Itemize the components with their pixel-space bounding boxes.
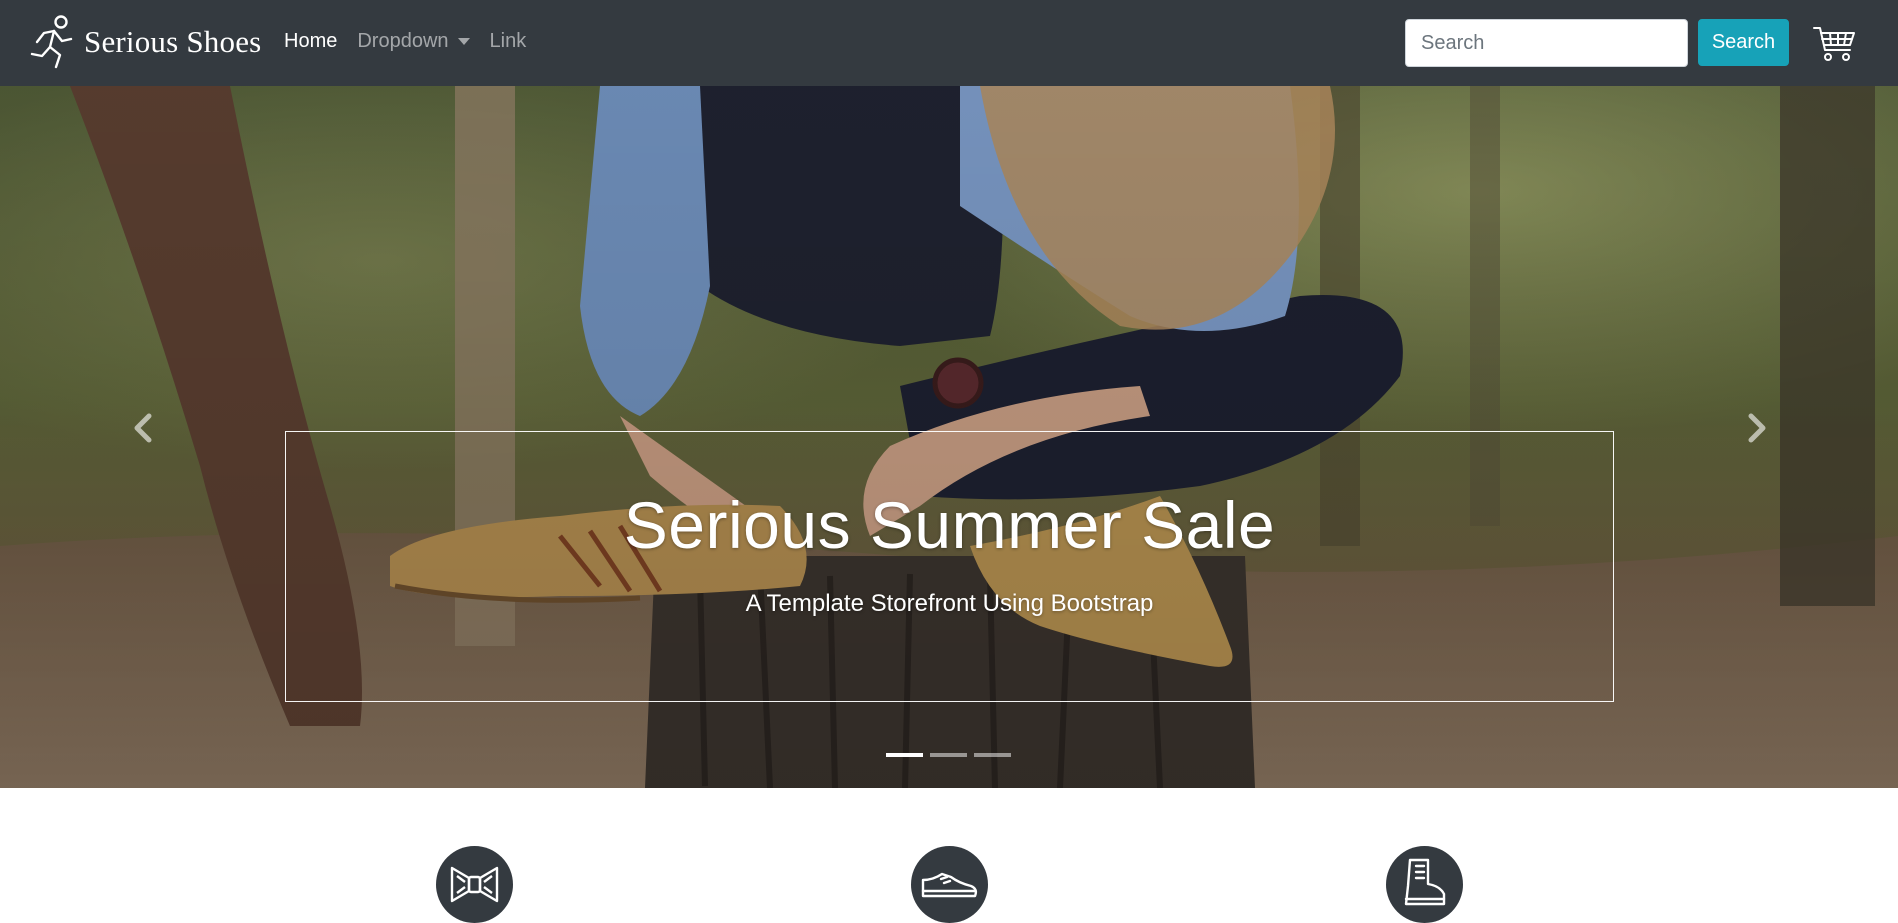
brand-name: Serious Shoes (84, 24, 262, 59)
carousel-indicator-2[interactable] (930, 753, 967, 757)
bow-tie-icon (450, 866, 499, 903)
feature-dress-shoe (911, 846, 988, 923)
dress-shoe-icon (921, 872, 978, 898)
navbar: Serious Shoes Home Dropdown Link Search (0, 0, 1898, 86)
nav-link-dropdown-label: Dropdown (357, 30, 449, 52)
hero-carousel: Serious Summer Sale A Template Storefron… (0, 86, 1898, 788)
feature-bow-tie (436, 846, 513, 923)
carousel-caption: Serious Summer Sale A Template Storefron… (285, 431, 1614, 702)
caption-title: Serious Summer Sale (623, 488, 1276, 562)
chevron-left-icon[interactable] (128, 408, 158, 448)
carousel-indicator-3[interactable] (974, 753, 1011, 757)
search-input[interactable] (1405, 19, 1688, 67)
nav-links: Home Dropdown Link (284, 30, 546, 53)
nav-link-link[interactable]: Link (490, 30, 527, 53)
shopping-cart-icon[interactable] (1812, 24, 1856, 64)
boot-icon (1404, 858, 1446, 906)
brand-link[interactable]: Serious Shoes (24, 13, 261, 71)
nav-link-home[interactable]: Home (284, 30, 337, 53)
nav-link-dropdown[interactable]: Dropdown (357, 30, 470, 53)
search-button[interactable]: Search (1698, 19, 1789, 66)
caret-down-icon (457, 38, 470, 45)
carousel-indicators (886, 753, 1018, 757)
carousel-indicator-1[interactable] (886, 753, 923, 757)
feature-boot (1386, 846, 1463, 923)
chevron-right-icon[interactable] (1742, 408, 1772, 448)
running-person-icon (30, 15, 73, 69)
caption-subtitle: A Template Storefront Using Bootstrap (745, 590, 1154, 617)
